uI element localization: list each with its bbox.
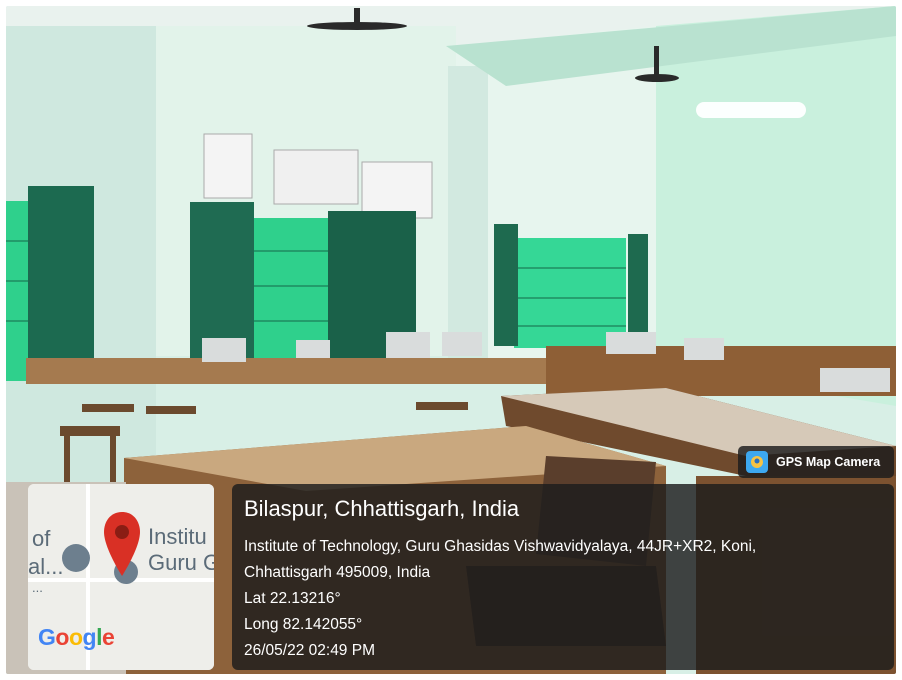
google-logo: Google bbox=[38, 624, 115, 651]
map-thumbnail: of Institu Guru G al... ... Google bbox=[28, 484, 214, 670]
address-line-1: Institute of Technology, Guru Ghasidas V… bbox=[244, 538, 757, 555]
google-letter: G bbox=[38, 624, 56, 650]
longitude-text: Long 82.142055° bbox=[244, 616, 363, 633]
google-letter: o bbox=[68, 624, 83, 650]
map-pin-icon bbox=[104, 512, 140, 576]
google-letter: o bbox=[55, 624, 69, 650]
map-label-fragment: Guru G bbox=[148, 550, 214, 575]
datetime-text: 26/05/22 02:49 PM bbox=[244, 642, 375, 659]
address-line-2: Chhattisgarh 495009, India bbox=[244, 564, 431, 581]
map-label-fragment: of bbox=[32, 526, 51, 551]
latitude-text: Lat 22.13216° bbox=[244, 590, 341, 607]
map-label-fragment: ... bbox=[32, 580, 43, 595]
google-letter: g bbox=[82, 624, 97, 650]
google-letter: e bbox=[101, 624, 115, 650]
gps-camera-icon bbox=[746, 451, 768, 473]
badge-label: GPS Map Camera bbox=[776, 455, 881, 469]
location-title: Bilaspur, Chhattisgarh, India bbox=[244, 496, 520, 521]
map-label-fragment: al... bbox=[28, 554, 64, 579]
gps-map-camera-badge: GPS Map Camera bbox=[738, 446, 894, 478]
photo-frame: GPS Map Camera of Institu Guru G al... .… bbox=[6, 6, 896, 674]
location-info-panel: Bilaspur, Chhattisgarh, India Institute … bbox=[232, 484, 894, 670]
map-label-fragment: Institu bbox=[148, 524, 207, 549]
